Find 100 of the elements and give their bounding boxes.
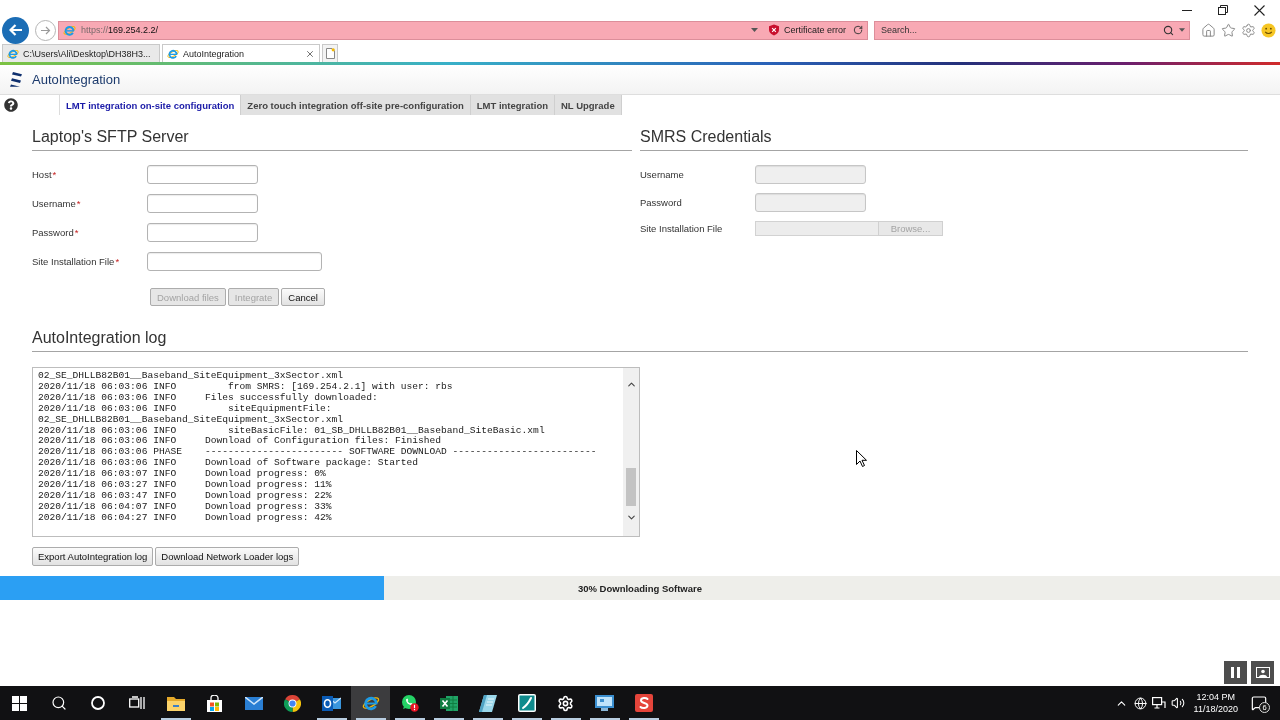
browser-logo-icon: [63, 23, 76, 37]
arrow-right-icon: [40, 25, 51, 35]
field-label: Site Installation File*: [32, 256, 121, 267]
help-icon[interactable]: [4, 98, 18, 112]
field-label: Username: [640, 169, 685, 180]
minimize-icon: [1182, 9, 1192, 11]
app-tile-icon: [634, 694, 653, 712]
log-button[interactable]: Download Network Loader logs: [155, 547, 300, 566]
volume-icon: [1171, 696, 1186, 710]
browser-logo-icon: [7, 47, 19, 60]
folder-icon: [166, 695, 185, 711]
feedback-button[interactable]: [1260, 22, 1276, 38]
taskbar-app-button[interactable]: [351, 686, 390, 720]
section-title: SMRS Credentials: [640, 128, 772, 145]
close-icon: [1253, 4, 1265, 16]
browser-tab-label: AutoIntegration: [183, 48, 246, 59]
home-button[interactable]: [1200, 22, 1216, 38]
field-label: Site Installation File: [640, 223, 724, 234]
swoosh-tile-icon: [517, 694, 536, 712]
stripes-logo-icon: [10, 72, 22, 87]
scrollbar[interactable]: [623, 368, 639, 536]
log-line: 2020/11/18 06:03:06 INFO Files successfully downloaded:: [38, 392, 379, 404]
spreadsheet-icon: [439, 694, 458, 712]
log-line: 2020/11/18 06:03:27 INFO Download progress: 11%: [38, 480, 333, 491]
task-view-icon: [128, 696, 145, 710]
gear-icon: [557, 694, 574, 712]
arrow-left-icon: [8, 24, 23, 36]
image-button[interactable]: [1251, 661, 1274, 684]
search-input[interactable]: Search...: [879, 22, 1158, 38]
log-line: 2020/11/18 06:03:06 INFO siteBasicFile: 01_SB_DHLLB82B01__Baseband_SiteBasic.xml: [38, 425, 546, 436]
scrollbar-thumb[interactable]: [626, 468, 636, 506]
mouse-pointer-icon: [856, 450, 867, 467]
url-text: https://169.254.2.2/: [81, 25, 160, 35]
image-icon: [1255, 667, 1270, 678]
ring-icon: [90, 696, 105, 710]
log-line: 2020/11/18 06:03:07 INFO Download progress: 0%: [38, 469, 327, 480]
log-line: 2020/11/18 06:04:27 INFO Download progress: 42%: [38, 512, 333, 524]
search-icon: [50, 695, 67, 711]
circle-logo-icon: [284, 694, 301, 712]
tab[interactable]: Zero touch integration off-site pre-configuration: [241, 95, 471, 115]
restore-icon: [1218, 5, 1228, 15]
envelope-tile-icon: [322, 694, 341, 712]
search-field[interactable]: Search...: [874, 20, 1190, 40]
windows-logo-icon: [12, 695, 27, 711]
forward-button[interactable]: [35, 19, 56, 41]
monitor-icon: [595, 695, 614, 711]
log-line: 02_SE_DHLLB82B01__Baseband_SiteEquipment_3xSector.xml: [38, 371, 345, 382]
browser-tab[interactable]: AutoIntegration: [162, 44, 320, 62]
new-tab-button[interactable]: [322, 44, 338, 62]
log-line: 2020/11/18 06:03:47 INFO Download progress: 22%: [38, 490, 333, 502]
browser-tab-label: C:\Users\Ali\Desktop\DH38H3...: [23, 48, 152, 59]
text-input[interactable]: [147, 165, 258, 184]
caret-down-icon: [751, 28, 758, 32]
clock-date: 11/18/2020: [1193, 703, 1238, 715]
home-icon: [1200, 22, 1216, 38]
caret-down-icon: [1179, 28, 1185, 32]
tab[interactable]: LMT integration: [470, 95, 555, 115]
app-title: AutoIntegration: [32, 72, 121, 87]
tab[interactable]: LMT integration on-site configuration: [59, 95, 242, 115]
log-line: 2020/11/18 06:03:06 INFO Download of Software package: Started: [38, 458, 419, 469]
field-label: Username*: [32, 198, 82, 209]
envelope-icon: [244, 696, 263, 710]
browser-logo-icon: [361, 694, 380, 712]
pause-button[interactable]: [1224, 661, 1247, 684]
favorites-button[interactable]: [1220, 22, 1236, 38]
close-icon[interactable]: [305, 48, 315, 59]
star-icon: [1220, 22, 1236, 38]
globe-icon: [1133, 696, 1147, 710]
section-title: Laptop's SFTP Server: [32, 128, 189, 145]
settings-icon: [1240, 22, 1256, 38]
text-input[interactable]: [147, 223, 258, 242]
tab[interactable]: NL Upgrade: [555, 95, 622, 115]
field-label: Password: [640, 197, 683, 208]
text-input[interactable]: [147, 252, 322, 271]
field-label: Password*: [32, 227, 80, 238]
shopping-bag-icon: [206, 694, 223, 712]
browser-tab[interactable]: C:\Users\Ali\Desktop\DH38H3...: [2, 44, 160, 62]
log-line: 2020/11/18 06:03:06 INFO siteEquipmentFile:: [38, 403, 333, 415]
form-button[interactable]: Cancel: [281, 288, 325, 306]
log-button[interactable]: Export AutoIntegration log: [32, 547, 154, 566]
pause-icon: [1231, 667, 1240, 678]
field-label: Host*: [32, 169, 58, 180]
smiley-icon: [1260, 22, 1276, 38]
refresh-icon[interactable]: [853, 25, 863, 35]
clock-time: 12:04 PM: [1196, 691, 1236, 703]
log-line: 2020/11/18 06:03:06 INFO from SMRS: [169.254.2.1] with user: rbs: [38, 381, 454, 393]
progress-label: 30% Downloading Software: [577, 582, 702, 594]
chevron-down-icon[interactable]: [625, 512, 637, 523]
search-icon[interactable]: [1163, 24, 1174, 36]
address-field[interactable]: https://169.254.2.2/ Certificate error: [58, 20, 868, 40]
page-icon: [325, 48, 335, 59]
network-icon: [1152, 697, 1167, 709]
chat-bubble-icon: [400, 694, 419, 712]
back-button[interactable]: [2, 16, 29, 44]
log-line: 02_SE_DHLLB82B01__Baseband_SiteEquipment_3xSector.xml: [38, 414, 345, 426]
log-line: 2020/11/18 06:03:06 PHASE ------------------------ SOFTWARE DOWNLOAD -------------------------: [38, 447, 598, 458]
notebook-icon: [478, 694, 497, 712]
text-input[interactable]: [147, 194, 258, 213]
shield-error-icon: [769, 24, 779, 36]
certificate-error-text: Certificate error: [784, 25, 846, 35]
